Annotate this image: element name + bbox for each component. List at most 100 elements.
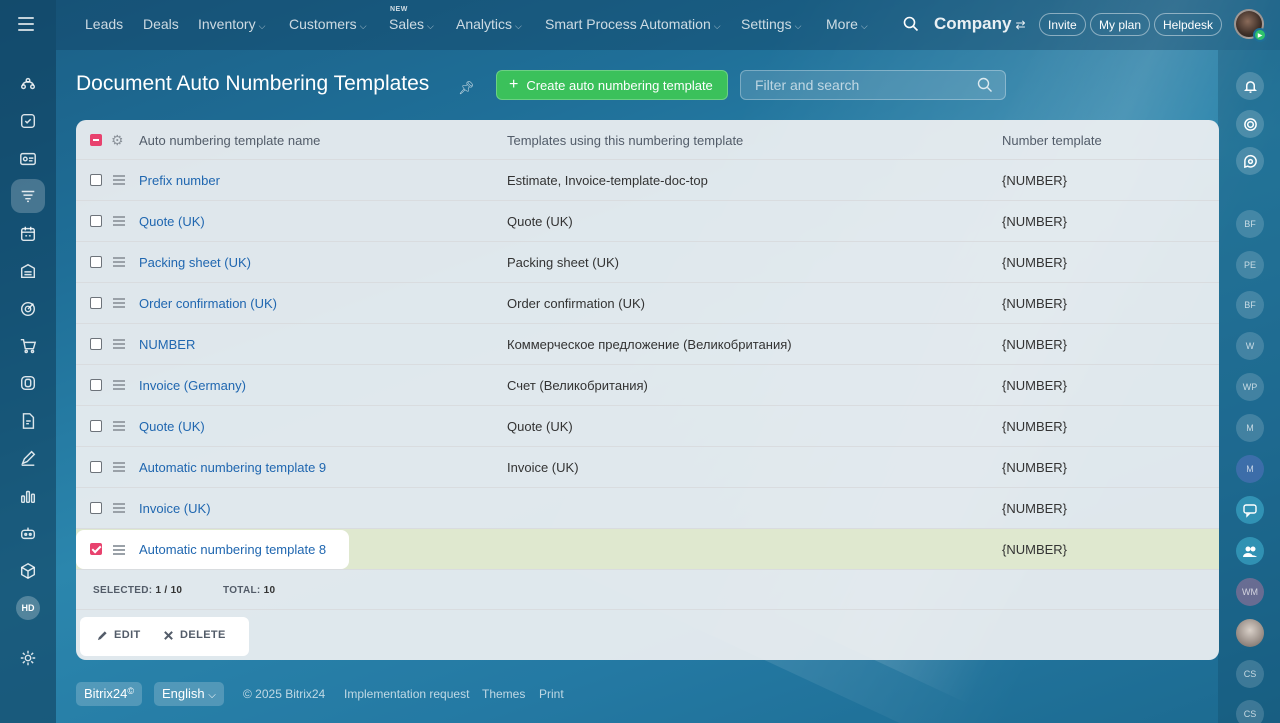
implementation-request-link[interactable]: Implementation request	[344, 687, 469, 701]
themes-link[interactable]: Themes	[482, 687, 525, 701]
my-plan-button[interactable]: My plan	[1090, 13, 1151, 36]
contact-avatar[interactable]: M	[1236, 455, 1264, 483]
group-chat-icon[interactable]	[1236, 537, 1264, 565]
search-input[interactable]	[755, 77, 975, 93]
column-settings-gear-icon[interactable]: ⚙	[111, 132, 124, 149]
table-row[interactable]: Automatic numbering template 9 Invoice (…	[76, 447, 1219, 488]
robot-icon[interactable]	[11, 516, 45, 550]
contact-avatar[interactable]: WP	[1236, 373, 1264, 401]
edit-button[interactable]: EDIT	[97, 629, 141, 641]
nav-smart-process-automation[interactable]: Smart Process Automation ⌵	[545, 16, 721, 32]
selected-row-highlight[interactable]: Automatic numbering template 8	[76, 530, 349, 569]
contact-avatar[interactable]: BF	[1236, 210, 1264, 238]
sales-funnel-icon[interactable]	[11, 179, 45, 213]
template-name-link[interactable]: Packing sheet (UK)	[139, 255, 251, 270]
contact-center-icon[interactable]	[11, 366, 45, 400]
nav-inventory[interactable]: Inventory ⌵	[198, 16, 265, 32]
row-checkbox[interactable]	[90, 502, 102, 514]
row-checkbox[interactable]	[90, 379, 102, 391]
table-row[interactable]: Quote (UK) Quote (UK) {NUMBER}	[76, 406, 1219, 447]
drag-handle-icon[interactable]	[113, 421, 125, 433]
target-icon[interactable]	[11, 292, 45, 326]
user-avatar[interactable]: ▶	[1234, 9, 1267, 42]
template-name-link[interactable]: Automatic numbering template 9	[139, 460, 326, 475]
template-name-link[interactable]: Order confirmation (UK)	[139, 296, 277, 311]
nav-analytics[interactable]: Analytics ⌵	[456, 16, 522, 32]
drag-handle-icon[interactable]	[113, 462, 125, 474]
language-select[interactable]: English ⌵	[154, 682, 224, 706]
invite-button[interactable]: Invite	[1039, 13, 1086, 36]
contact-avatar[interactable]: CS	[1236, 700, 1264, 723]
template-name-link[interactable]: Automatic numbering template 8	[139, 542, 326, 557]
row-checkbox-checked[interactable]	[90, 543, 102, 555]
row-checkbox[interactable]	[90, 420, 102, 432]
notifications-bell-icon[interactable]	[1236, 72, 1264, 100]
row-checkbox[interactable]	[90, 338, 102, 350]
header-templates-using[interactable]: Templates using this numbering template	[507, 133, 743, 148]
contact-photo-avatar[interactable]	[1236, 619, 1264, 647]
table-row[interactable]: NUMBER Коммерческое предложение (Великоб…	[76, 324, 1219, 365]
contact-avatar[interactable]: W	[1236, 332, 1264, 360]
print-link[interactable]: Print	[539, 687, 564, 701]
nav-more[interactable]: More ⌵	[826, 16, 868, 32]
feed-icon[interactable]	[11, 67, 45, 101]
nav-settings[interactable]: Settings ⌵	[741, 16, 801, 32]
copilot-icon[interactable]	[1236, 110, 1264, 138]
contact-avatar[interactable]: M	[1236, 414, 1264, 442]
table-row[interactable]: Order confirmation (UK) Order confirmati…	[76, 283, 1219, 324]
row-checkbox[interactable]	[90, 174, 102, 186]
table-row[interactable]: Invoice (Germany) Счет (Великобритания) …	[76, 365, 1219, 406]
template-name-link[interactable]: Invoice (Germany)	[139, 378, 246, 393]
drag-handle-icon[interactable]	[113, 298, 125, 310]
open-lines-chat-icon[interactable]	[1236, 496, 1264, 524]
contact-avatar[interactable]: PE	[1236, 251, 1264, 279]
hamburger-menu-icon[interactable]	[18, 14, 38, 34]
drag-handle-icon[interactable]	[113, 257, 125, 269]
search-icon[interactable]	[903, 16, 919, 37]
search-icon[interactable]	[977, 77, 993, 98]
header-template-name[interactable]: Auto numbering template name	[139, 133, 320, 148]
template-name-link[interactable]: Quote (UK)	[139, 419, 205, 434]
drag-handle-icon[interactable]	[113, 175, 125, 187]
settings-gear-icon[interactable]	[11, 641, 45, 675]
store-icon[interactable]	[11, 254, 45, 288]
documents-sign-icon[interactable]	[11, 404, 45, 438]
create-template-button[interactable]: + Create auto numbering template	[496, 70, 728, 100]
bitrix24-logo[interactable]: Bitrix24©	[76, 682, 142, 706]
table-row[interactable]: Packing sheet (UK) Packing sheet (UK) {N…	[76, 242, 1219, 283]
delete-button[interactable]: DELETE	[163, 629, 226, 641]
row-checkbox[interactable]	[90, 461, 102, 473]
table-row[interactable]: Prefix number Estimate, Invoice-template…	[76, 160, 1219, 201]
contact-avatar[interactable]: WM	[1236, 578, 1264, 606]
row-checkbox[interactable]	[90, 215, 102, 227]
header-number-template[interactable]: Number template	[1002, 133, 1102, 148]
drag-handle-icon[interactable]	[113, 380, 125, 392]
drag-handle-icon[interactable]	[113, 339, 125, 351]
chat-search-icon[interactable]	[1236, 147, 1264, 175]
table-row[interactable]: Invoice (UK) {NUMBER}	[76, 488, 1219, 529]
template-name-link[interactable]: Quote (UK)	[139, 214, 205, 229]
pin-icon[interactable]: 📌︎	[458, 80, 475, 96]
select-all-checkbox[interactable]	[90, 134, 102, 146]
analytics-bars-icon[interactable]	[11, 479, 45, 513]
calendar-icon[interactable]	[11, 217, 45, 251]
template-name-link[interactable]: NUMBER	[139, 337, 195, 352]
tasks-icon[interactable]	[11, 104, 45, 138]
table-row[interactable]: Quote (UK) Quote (UK) {NUMBER}	[76, 201, 1219, 242]
contact-avatar[interactable]: CS	[1236, 660, 1264, 688]
drag-handle-icon[interactable]	[113, 503, 125, 515]
company-name[interactable]: Company ⇄	[934, 14, 1026, 34]
drag-handle-icon[interactable]	[113, 545, 125, 557]
template-name-link[interactable]: Prefix number	[139, 173, 220, 188]
crm-icon[interactable]	[11, 142, 45, 176]
row-checkbox[interactable]	[90, 297, 102, 309]
contact-avatar[interactable]: BF	[1236, 291, 1264, 319]
template-name-link[interactable]: Invoice (UK)	[139, 501, 211, 516]
nav-sales[interactable]: Sales ⌵	[389, 16, 434, 32]
nav-deals[interactable]: Deals	[143, 16, 179, 32]
pen-icon[interactable]	[11, 441, 45, 475]
row-checkbox[interactable]	[90, 256, 102, 268]
filter-search-box[interactable]	[740, 70, 1006, 100]
cart-icon[interactable]	[11, 329, 45, 363]
helpdesk-button[interactable]: Helpdesk	[1154, 13, 1223, 36]
